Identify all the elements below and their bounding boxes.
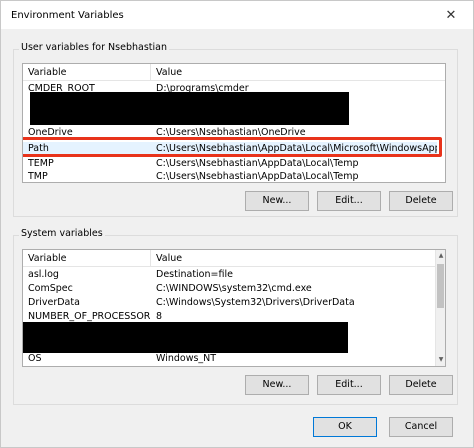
cancel-button[interactable]: Cancel (389, 417, 453, 437)
table-row[interactable]: TEMP C:\Users\Nsebhastian\AppData\Local\… (23, 157, 441, 170)
variable-value: C:\Users\Nsebhastian\AppData\Local\Temp (156, 158, 359, 169)
system-edit-button[interactable]: Edit... (317, 375, 381, 395)
column-header-value[interactable]: Value (151, 64, 445, 81)
system-variables-list[interactable]: Variable Value asl.log Destination=file … (22, 249, 446, 367)
list-header: Variable Value (23, 250, 437, 267)
table-row[interactable]: ComSpec C:\WINDOWS\system32\cmd.exe (23, 282, 431, 295)
user-variables-list[interactable]: Variable Value CMDER_ROOT D:\programs\cm… (22, 63, 446, 183)
variable-value: C:\Windows\System32\Drivers\DriverData (156, 297, 355, 308)
system-new-button[interactable]: New... (245, 375, 309, 395)
list-header: Variable Value (23, 64, 445, 81)
variable-value: C:\WINDOWS\system32\cmd.exe (156, 283, 312, 294)
column-header-variable[interactable]: Variable (23, 250, 151, 267)
title-bar: Environment Variables ✕ (1, 1, 473, 29)
column-header-value[interactable]: Value (151, 250, 437, 267)
variable-value: C:\Users\Nsebhastian\AppData\Local\Temp (156, 171, 359, 182)
user-delete-button[interactable]: Delete (389, 191, 453, 211)
variable-value: Destination=file (156, 269, 233, 280)
table-row[interactable]: asl.log Destination=file (23, 268, 431, 281)
scroll-down-arrow-icon[interactable]: ▼ (436, 354, 445, 366)
user-new-button[interactable]: New... (245, 191, 309, 211)
scrollbar-thumb[interactable] (437, 264, 444, 308)
ok-button[interactable]: OK (313, 417, 377, 437)
variable-value: Windows_NT (156, 353, 217, 364)
variable-name: OS (28, 353, 42, 364)
redaction-block (30, 92, 349, 125)
variable-name: DriverData (28, 297, 80, 308)
scroll-up-arrow-icon[interactable]: ▲ (436, 250, 445, 262)
variable-name: TEMP (28, 158, 54, 169)
path-row-highlight (23, 137, 442, 157)
system-list-scrollbar[interactable]: ▲ ▼ (435, 250, 445, 366)
user-variables-label: User variables for Nsebhastian (19, 42, 169, 53)
environment-variables-dialog: Environment Variables ✕ User variables f… (0, 0, 474, 448)
table-row[interactable]: OS Windows_NT (23, 352, 431, 365)
variable-name: TMP (28, 171, 48, 182)
user-edit-button[interactable]: Edit... (317, 191, 381, 211)
redaction-block (23, 322, 348, 353)
system-variables-label: System variables (19, 228, 105, 239)
table-row[interactable]: DriverData C:\Windows\System32\Drivers\D… (23, 296, 431, 309)
system-delete-button[interactable]: Delete (389, 375, 453, 395)
variable-name: asl.log (28, 269, 59, 280)
window-title: Environment Variables (11, 9, 124, 21)
table-row[interactable]: TMP C:\Users\Nsebhastian\AppData\Local\T… (23, 170, 441, 182)
column-header-variable[interactable]: Variable (23, 64, 151, 81)
close-icon[interactable]: ✕ (429, 1, 473, 29)
variable-name: ComSpec (28, 283, 73, 294)
